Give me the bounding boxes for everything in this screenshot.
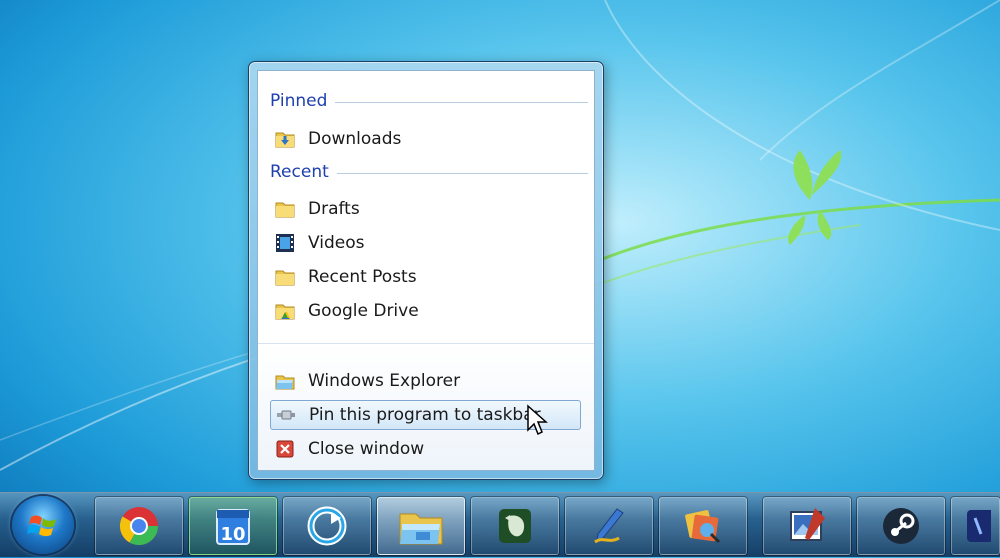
jump-item-google-drive[interactable]: Google Drive: [270, 296, 581, 326]
header-divider: [336, 172, 588, 174]
jump-item-label: Drafts: [308, 199, 360, 219]
pen-icon: [594, 508, 624, 544]
header-divider: [335, 101, 588, 103]
calendar-icon: 10: [216, 509, 250, 545]
videos-library-icon: [276, 234, 294, 252]
mouse-pointer-icon: [527, 404, 548, 436]
windows-start-orb-icon: [27, 515, 56, 537]
image-editor-icon: [790, 508, 825, 541]
taskbar-photo-app[interactable]: [659, 497, 747, 555]
app-icon: [966, 510, 991, 542]
folder-icon: [275, 202, 295, 218]
steam-icon: [883, 508, 919, 544]
jump-item-videos[interactable]: Videos: [270, 228, 581, 258]
taskbar-image-editor[interactable]: [763, 497, 851, 555]
task-label: Windows Explorer: [308, 371, 461, 391]
taskbar-partial-app[interactable]: [951, 497, 1000, 555]
downloads-folder-icon: [275, 132, 295, 148]
windows-explorer-icon: [275, 375, 295, 390]
pin-icon: [277, 410, 295, 420]
folder-explorer-icon: [399, 513, 443, 545]
calendar-date: 10: [220, 524, 245, 545]
taskbar: 10: [0, 492, 1000, 557]
jump-item-label: Recent Posts: [308, 267, 417, 287]
start-button[interactable]: [12, 496, 74, 554]
taskbar-paint-pen[interactable]: [565, 497, 653, 555]
recent-header-label: Recent: [270, 162, 329, 182]
jump-item-downloads[interactable]: Downloads: [270, 124, 581, 154]
photo-gallery-icon: [685, 510, 721, 544]
jump-item-label: Downloads: [308, 129, 402, 149]
jump-item-drafts[interactable]: Drafts: [270, 194, 581, 224]
task-close-window[interactable]: Close window: [270, 434, 581, 464]
evernote-icon: [499, 509, 531, 543]
jump-item-label: Videos: [308, 233, 365, 253]
task-label: Close window: [308, 439, 425, 459]
google-drive-folder-icon: [275, 304, 295, 320]
jump-list: Pinned Downloads Recent Drafts Videos Re…: [248, 61, 604, 480]
leaf-sprig-icon: [788, 150, 842, 245]
taskbar-evernote[interactable]: [471, 497, 559, 555]
recent-header: Recent: [270, 161, 588, 183]
taskbar-refresh-app[interactable]: [283, 497, 371, 555]
taskbar-steam[interactable]: [857, 497, 945, 555]
jump-item-label: Google Drive: [308, 301, 419, 321]
task-label: Pin this program to taskbar: [309, 405, 541, 425]
taskbar-chrome[interactable]: [95, 497, 183, 555]
task-windows-explorer[interactable]: Windows Explorer: [270, 366, 581, 396]
jump-item-recent-posts[interactable]: Recent Posts: [270, 262, 581, 292]
chrome-icon: [119, 507, 159, 546]
taskbar-calendar[interactable]: 10: [189, 497, 277, 555]
pinned-header-label: Pinned: [270, 91, 328, 111]
close-window-icon: [276, 440, 294, 458]
circular-arrow-icon: [307, 506, 347, 546]
pinned-header: Pinned: [270, 90, 588, 112]
folder-icon: [275, 270, 295, 286]
taskbar-windows-explorer[interactable]: [377, 497, 465, 555]
